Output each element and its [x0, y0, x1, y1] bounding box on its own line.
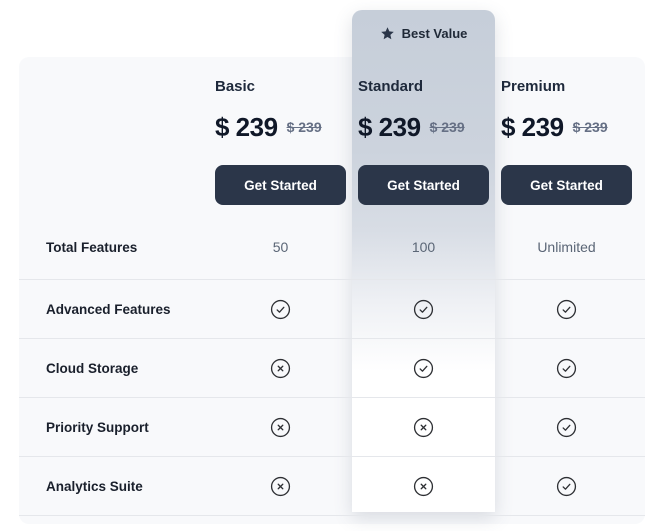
plan-column-basic: Basic $ 239 $ 239 Get Started	[209, 57, 352, 215]
price-row: $ 239 $ 239	[501, 112, 608, 142]
cross-circle-icon	[352, 417, 495, 438]
best-value-badge-label: Best Value	[402, 26, 468, 41]
feature-label: Priority Support	[19, 420, 209, 435]
get-started-button-basic[interactable]: Get Started	[215, 165, 346, 205]
feature-row: Total Features50100Unlimited	[19, 215, 645, 279]
best-value-badge: Best Value	[352, 10, 495, 41]
cross-circle-icon	[352, 476, 495, 497]
plan-name: Standard	[358, 77, 423, 96]
check-circle-icon	[495, 299, 638, 320]
price-old: $ 239	[287, 119, 322, 135]
plan-header-spacer	[19, 57, 209, 215]
price-old: $ 239	[430, 119, 465, 135]
get-started-button-premium[interactable]: Get Started	[501, 165, 632, 205]
feature-label: Analytics Suite	[19, 479, 209, 494]
check-circle-icon	[352, 358, 495, 379]
check-circle-icon	[495, 358, 638, 379]
price-row: $ 239 $ 239	[215, 112, 322, 142]
price-current: $ 239	[215, 112, 278, 142]
star-icon	[380, 26, 395, 41]
feature-label: Advanced Features	[19, 302, 209, 317]
plan-name: Basic	[215, 77, 255, 96]
check-circle-icon	[495, 417, 638, 438]
pricing-page: Best Value Basic $ 239 $ 239 Get Started…	[0, 0, 664, 531]
plan-column-standard: Standard $ 239 $ 239 Get Started	[352, 57, 495, 215]
check-circle-icon	[495, 476, 638, 497]
pricing-table: Basic $ 239 $ 239 Get Started Standard $…	[19, 57, 645, 524]
get-started-button-standard[interactable]: Get Started	[358, 165, 489, 205]
plan-header-row: Basic $ 239 $ 239 Get Started Standard $…	[19, 57, 645, 215]
cross-circle-icon	[209, 358, 352, 379]
cross-circle-icon	[209, 417, 352, 438]
price-row: $ 239 $ 239	[358, 112, 465, 142]
table-bottom-divider	[19, 515, 645, 528]
feature-value: 50	[209, 239, 352, 255]
check-circle-icon	[209, 299, 352, 320]
feature-row: Analytics Suite	[19, 456, 645, 515]
feature-row: Cloud Storage	[19, 338, 645, 397]
feature-label: Cloud Storage	[19, 361, 209, 376]
plan-column-premium: Premium $ 239 $ 239 Get Started	[495, 57, 638, 215]
feature-row: Advanced Features	[19, 279, 645, 338]
feature-rows: Total Features50100Unlimited Advanced Fea…	[19, 215, 645, 515]
plan-name: Premium	[501, 77, 565, 96]
feature-value: Unlimited	[495, 239, 638, 255]
cross-circle-icon	[209, 476, 352, 497]
price-current: $ 239	[358, 112, 421, 142]
check-circle-icon	[352, 299, 495, 320]
price-current: $ 239	[501, 112, 564, 142]
feature-row: Priority Support	[19, 397, 645, 456]
feature-value: 100	[352, 239, 495, 255]
price-old: $ 239	[573, 119, 608, 135]
feature-label: Total Features	[19, 240, 209, 255]
